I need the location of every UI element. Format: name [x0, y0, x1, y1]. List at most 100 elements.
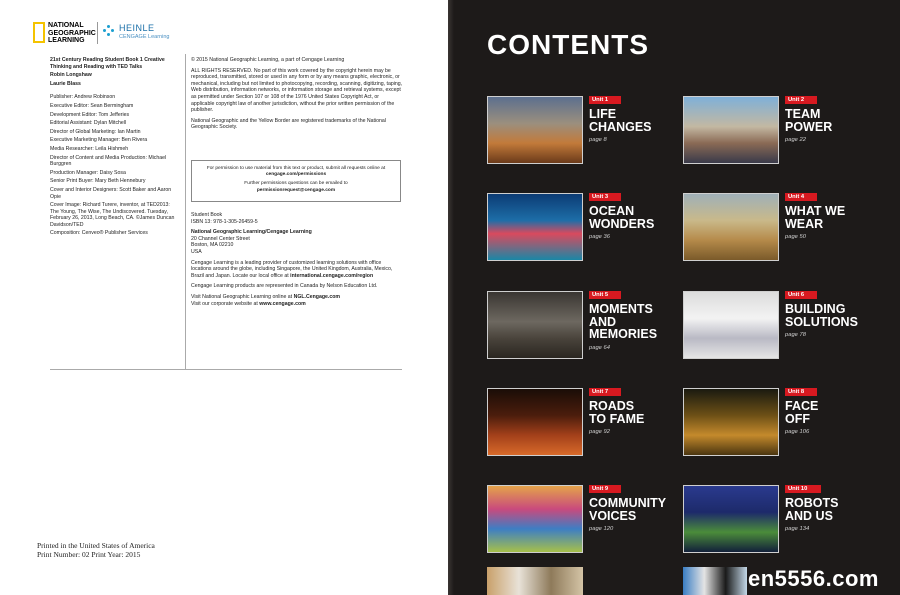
copyright-page: NATIONAL GEOGRAPHIC LEARNING HEINLE CENG…	[0, 0, 452, 595]
unit-badge: Unit 7	[589, 388, 621, 396]
unit-title: BUILDING SOLUTIONS	[785, 302, 858, 329]
unit-badge: Unit 1	[589, 96, 621, 104]
unit-page: page 92	[589, 429, 610, 435]
partial-thumbnail	[683, 567, 747, 595]
isbn-label: Student Book	[191, 212, 223, 218]
unit-title: COMMUNITY VOICES	[589, 496, 667, 523]
address-line: Boston, MA 02210	[191, 242, 234, 249]
rights-statement: ALL RIGHTS RESERVED. No part of this wor…	[191, 67, 403, 114]
permissions-box: For permission to use material from this…	[191, 160, 401, 202]
unit-card-10[interactable]: Unit 10 ROBOTS AND US page 134	[683, 485, 863, 555]
unit-page: page 120	[589, 526, 614, 532]
unit-title: FACE OFF	[785, 399, 819, 426]
unit-thumbnail	[487, 96, 583, 164]
heinle-dots-icon	[103, 25, 115, 37]
print-info: Printed in the United States of America …	[37, 541, 155, 559]
unit-card-3[interactable]: Unit 3 OCEAN WONDERS page 36	[487, 193, 667, 263]
unit-page: page 134	[785, 526, 810, 532]
unit-card-7[interactable]: Unit 7 ROADS TO FAME page 92	[487, 388, 667, 458]
unit-badge: Unit 9	[589, 485, 621, 493]
credit-line: Executive Marketing Manager: Ben Rivera	[50, 137, 148, 144]
unit-card-9[interactable]: Unit 9 COMMUNITY VOICES page 120	[487, 485, 667, 555]
book-title: 21st Century Reading Student Book 1 Crea…	[50, 57, 165, 70]
credit-line: Cover and Interior Designers: Scott Bake…	[50, 186, 172, 200]
unit-thumbnail	[683, 388, 779, 456]
heinle-wordmark: HEINLE	[119, 23, 155, 33]
unit-title: TEAM POWER	[785, 107, 833, 134]
isbn: ISBN 13: 978-1-305-26459-5	[191, 218, 258, 225]
credit-line: Senior Print Buyer: Mary Beth Hennebury	[50, 178, 146, 185]
permissions-link[interactable]: cengage.com/permissions	[266, 172, 326, 177]
credit-line: Editorial Assistant: Dylan Mitchell	[50, 120, 127, 127]
unit-badge: Unit 2	[785, 96, 817, 104]
credit-line: Cover Image: Richard Turere, inventor, a…	[50, 202, 175, 228]
unit-card-2[interactable]: Unit 2 TEAM POWER page 22	[683, 96, 863, 166]
ng-logo-text: NATIONAL GEOGRAPHIC LEARNING	[48, 22, 96, 44]
credit-line: Development Editor: Tom Jefferies	[50, 111, 130, 118]
credit-line: Composition: Cenveo® Publisher Services	[50, 230, 148, 237]
unit-thumbnail	[683, 485, 779, 553]
credit-line: Director of Content and Media Production…	[50, 154, 167, 168]
book-spread: NATIONAL GEOGRAPHIC LEARNING HEINLE CENG…	[0, 0, 900, 595]
unit-title: OCEAN WONDERS	[589, 204, 655, 231]
publisher-info: Student Book ISBN 13: 978-1-305-26459-5 …	[191, 212, 403, 307]
unit-card-1[interactable]: Unit 1 LIFE CHANGES page 8	[487, 96, 667, 166]
cengage-wordmark: CENGAGE Learning	[119, 34, 170, 40]
visit-text: Visit our corporate website at	[191, 300, 258, 307]
rights-column: © 2015 National Geographic Learning, a p…	[191, 57, 403, 131]
unit-thumbnail	[683, 291, 779, 359]
ngl-url[interactable]: NGL.Cengage.com	[294, 294, 340, 300]
unit-card-5[interactable]: Unit 5 MOMENTS AND MEMORIES page 64	[487, 291, 667, 361]
credit-line: Media Researcher: Leila Hishmeh	[50, 145, 129, 152]
national-geographic-logo: NATIONAL GEOGRAPHIC LEARNING	[33, 22, 96, 46]
yellow-border-icon	[33, 22, 45, 43]
unit-page: page 106	[785, 429, 810, 435]
unit-thumbnail	[487, 291, 583, 359]
author: Laurie Blass	[50, 80, 81, 87]
unit-thumbnail	[683, 96, 779, 164]
address-line: USA	[191, 248, 202, 255]
address-line: National Geographic Learning/Cengage Lea…	[191, 229, 312, 236]
unit-title: ROADS TO FAME	[589, 399, 645, 426]
credit-line: Production Manager: Daisy Sosa	[50, 169, 126, 176]
contents-title: CONTENTS	[487, 29, 649, 60]
unit-page: page 78	[785, 332, 806, 338]
column-divider	[185, 54, 186, 369]
unit-badge: Unit 10	[785, 485, 821, 493]
credits-column: 21st Century Reading Student Book 1 Crea…	[50, 57, 180, 237]
visit-text: Visit National Geographic Learning onlin…	[191, 293, 293, 300]
unit-card-6[interactable]: Unit 6 BUILDING SOLUTIONS page 78	[683, 291, 863, 361]
unit-badge: Unit 5	[589, 291, 621, 299]
permissions-email[interactable]: permissionrequest@cengage.com	[200, 188, 392, 194]
unit-title: ROBOTS AND US	[785, 496, 839, 523]
unit-badge: Unit 3	[589, 193, 621, 201]
unit-card-8[interactable]: Unit 8 FACE OFF page 106	[683, 388, 863, 458]
unit-page: page 36	[589, 234, 610, 240]
logo-divider	[97, 22, 98, 44]
cengage-url[interactable]: www.cengage.com	[259, 301, 306, 307]
unit-card-4[interactable]: Unit 4 WHAT WE WEAR page 50	[683, 193, 863, 263]
trademark-statement: National Geographic and the Yellow Borde…	[191, 117, 386, 131]
unit-badge: Unit 8	[785, 388, 817, 396]
unit-badge: Unit 6	[785, 291, 817, 299]
printed-in: Printed in the United States of America	[37, 541, 155, 550]
unit-title: LIFE CHANGES	[589, 107, 652, 134]
about-url[interactable]: international.cengage.com/region	[290, 273, 373, 279]
unit-thumbnail	[487, 485, 583, 553]
unit-page: page 64	[589, 345, 610, 351]
unit-thumbnail	[487, 193, 583, 261]
unit-title: MOMENTS AND MEMORIES	[589, 302, 658, 341]
unit-thumbnail	[683, 193, 779, 261]
author: Robin Longshaw	[50, 72, 92, 79]
credit-line: Publisher: Andrew Robinson	[50, 94, 116, 101]
canada-text: Cengage Learning products are represente…	[191, 283, 378, 290]
copyright-line: © 2015 National Geographic Learning, a p…	[191, 57, 345, 63]
heinle-logo: HEINLE CENGAGE Learning	[103, 22, 193, 44]
unit-page: page 50	[785, 234, 806, 240]
unit-page: page 22	[785, 137, 806, 143]
unit-title: WHAT WE WEAR	[785, 204, 846, 231]
partial-thumbnail	[487, 567, 583, 595]
book-spine	[448, 0, 454, 595]
address-line: 20 Channel Center Street	[191, 235, 250, 242]
unit-thumbnail	[487, 388, 583, 456]
